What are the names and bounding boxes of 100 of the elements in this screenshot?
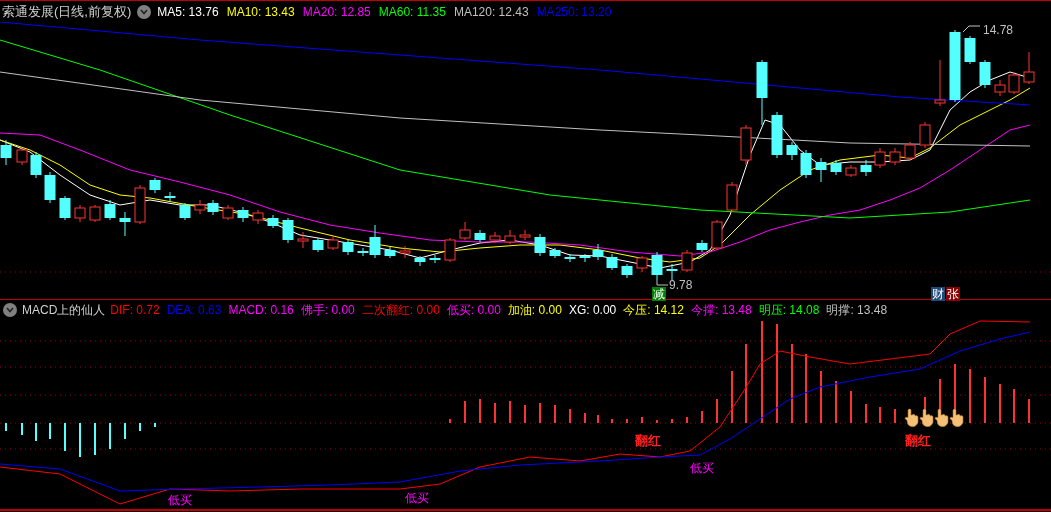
candlestick [711, 219, 723, 251]
low-price-label: 9.78 [669, 279, 693, 291]
candlestick [636, 255, 648, 273]
candlestick [252, 209, 264, 225]
leader-line [962, 25, 981, 33]
indicator-value: 二次翻红: 0.00 [361, 301, 440, 319]
indicator-value: MA250: 13.20 [536, 3, 612, 21]
indicator-value: 明压: 14.08 [758, 301, 820, 319]
hand-icon [904, 408, 919, 427]
candlestick [267, 214, 279, 229]
candlestick [740, 124, 752, 166]
candlestick [519, 229, 531, 241]
indicator-value: 今压: 14.12 [623, 301, 684, 319]
candlestick [414, 255, 426, 267]
candlestick [30, 151, 42, 179]
candlestick [134, 184, 146, 225]
buy-signal: 低买 [168, 494, 192, 506]
candlestick [979, 59, 991, 89]
candlestick [549, 247, 561, 259]
candlestick [104, 199, 116, 221]
candlestick [297, 231, 309, 249]
buy-signal: 低买 [690, 462, 714, 474]
candlestick [312, 237, 324, 253]
candlestick [815, 157, 827, 183]
candlestick [874, 147, 886, 169]
candlestick [74, 204, 86, 223]
high-price-label: 14.78 [983, 24, 1014, 36]
candlestick [489, 231, 501, 244]
candlestick [1023, 51, 1035, 85]
dropdown-icon[interactable] [137, 4, 152, 19]
hand-icon [919, 408, 934, 427]
candlestick [207, 199, 219, 216]
candlestick [786, 141, 798, 161]
candlestick [342, 239, 354, 256]
candlestick [237, 206, 249, 223]
candlestick [845, 164, 857, 178]
candlestick [681, 249, 693, 273]
chart-title: 索通发展(日线,前复权) [2, 2, 132, 21]
candlestick [59, 195, 71, 221]
candlestick [16, 147, 28, 166]
candlestick [860, 159, 872, 177]
indicator-title: MACD上的仙人 [22, 301, 106, 319]
candlestick [444, 237, 456, 263]
indicator-value: 低买: 0.00 [446, 301, 501, 319]
indicator-value: MA60: 11.35 [378, 3, 446, 21]
indicator-value: DEA: 0.63 [166, 301, 222, 319]
candlestick [934, 59, 946, 107]
indicator-value: MA10: 13.43 [226, 3, 295, 21]
candlestick [282, 217, 294, 244]
signal-badge: 财 [931, 287, 945, 301]
candlestick [194, 199, 206, 215]
candlestick [0, 139, 12, 166]
candlestick [222, 204, 234, 221]
candlestick [399, 245, 411, 259]
indicator-value: MACD: 0.16 [228, 301, 294, 319]
candlestick [504, 229, 516, 245]
indicator-value: XG: 0.00 [568, 301, 617, 319]
candlestick [119, 211, 131, 237]
candlestick [179, 202, 191, 221]
candlestick [666, 263, 678, 281]
candlestick [474, 229, 486, 243]
dropdown-icon[interactable] [3, 302, 17, 317]
candlestick [459, 221, 471, 241]
candlestick [696, 239, 708, 253]
candlestick [889, 147, 901, 166]
candlestick [606, 253, 618, 271]
candlestick [726, 181, 738, 213]
indicator-value: 加油: 0.00 [507, 301, 562, 319]
hand-icon [934, 408, 949, 427]
candlestick [621, 263, 633, 279]
indicator-value: DIF: 0.72 [110, 301, 160, 319]
candlestick [800, 149, 812, 179]
candlestick [89, 204, 101, 223]
signal-badge: 减 [652, 287, 666, 301]
candlestick [534, 233, 546, 257]
candlestick [564, 253, 576, 263]
leader-line [656, 279, 669, 286]
indicator-value: MA120: 12.43 [453, 3, 529, 21]
candlestick [651, 251, 663, 281]
indicator-value: MA5: 13.76 [157, 3, 219, 21]
candlestick [384, 246, 396, 259]
candlestick [327, 235, 339, 251]
candlestick [44, 171, 56, 204]
candlestick [919, 121, 931, 149]
candlestick [994, 79, 1006, 97]
candlestick [756, 59, 768, 126]
indicator-value: 今撑: 13.48 [690, 301, 752, 319]
indicator-value: 佛手: 0.00 [300, 301, 355, 319]
candlestick [164, 191, 176, 203]
hand-icon [949, 408, 964, 427]
indicator-value: 明撑: 13.48 [826, 301, 888, 319]
turn-signal: 翻红 [905, 434, 931, 447]
candlestick [1008, 71, 1020, 95]
candlestick [904, 141, 916, 161]
candlestick [771, 111, 783, 159]
turn-signal: 翻红 [635, 434, 661, 447]
candlestick [429, 254, 441, 264]
indicator-value: MA20: 12.85 [302, 3, 371, 21]
candlestick [964, 35, 976, 65]
signal-badge: 张 [946, 287, 960, 301]
